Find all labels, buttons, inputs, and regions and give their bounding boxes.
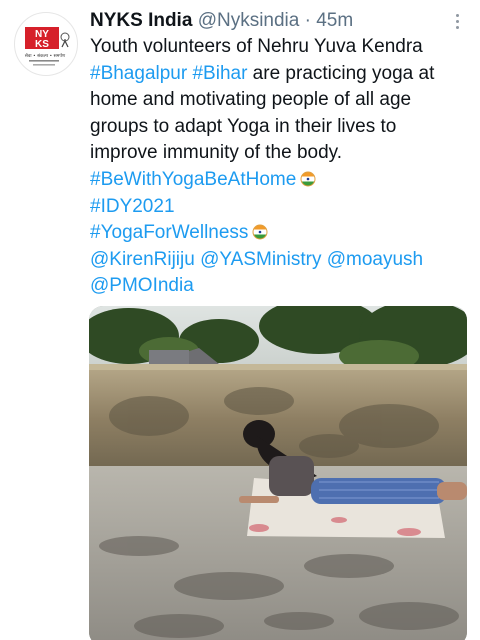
tweet-line: #YogaForWellness	[90, 220, 472, 247]
tweet-line: #IDY2021	[90, 194, 472, 221]
hashtag-bhagalpur[interactable]: #Bhagalpur	[90, 63, 187, 84]
tweet-line: @KirenRijiju @YASMinistry @moayush	[90, 247, 472, 274]
tweet-line: @PMOIndia	[90, 273, 472, 300]
india-flag-emoji-icon	[300, 169, 316, 187]
header-separator: ·	[304, 10, 311, 31]
avatar-tagline: सेवा • संकल्प • समर्पण	[25, 52, 66, 59]
tweet-header: NYKS India @Nyksindia · 45m	[90, 8, 472, 34]
tweet-content: NYKS India @Nyksindia · 45m Youth volunt…	[90, 8, 472, 300]
tweet-photo[interactable]	[89, 306, 467, 640]
hashtag-yogaforwellness[interactable]: #YogaForWellness	[90, 222, 248, 243]
hashtag-bewithyogabeathome[interactable]: #BeWithYogaBeAtHome	[90, 169, 296, 190]
author-name[interactable]: NYKS India	[90, 10, 192, 31]
tweet-line: home and motivating people of all age	[90, 89, 412, 111]
india-flag-emoji-icon	[252, 222, 268, 240]
hashtag-bihar[interactable]: #Bihar	[192, 63, 247, 84]
mention-yasministry[interactable]: @YASMinistry	[200, 249, 321, 270]
tweet-line: #BeWithYogaBeAtHome	[90, 167, 472, 194]
author-handle[interactable]: @Nyksindia	[198, 10, 300, 31]
yoga-photo-image	[89, 306, 467, 640]
hashtag-idy2021[interactable]: #IDY2021	[90, 196, 175, 217]
tweet-line: #Bhagalpur #Bihar are practicing yoga at	[90, 62, 435, 84]
tweet-text: Youth volunteers of Nehru Yuva Kendra #B…	[90, 34, 472, 300]
mention-moayush[interactable]: @moayush	[327, 249, 423, 270]
nyks-logo-icon: NY KS सेवा • संकल्प • समर्पण	[25, 27, 70, 66]
tweet-line: improve immunity of the body.	[90, 142, 343, 164]
mention-pmoindia[interactable]: @PMOIndia	[90, 275, 194, 296]
tweet-timestamp[interactable]: 45m	[316, 10, 353, 31]
mention-kirenrijiju[interactable]: @KirenRijiju	[90, 249, 195, 270]
tweet-line: groups to adapt Yoga in their lives to	[90, 115, 397, 137]
avatar-logo-text-2: KS	[35, 39, 49, 50]
tweet-line: Youth volunteers of Nehru Yuva Kendra	[90, 36, 423, 57]
avatar[interactable]: NY KS सेवा • संकल्प • समर्पण	[14, 12, 78, 76]
